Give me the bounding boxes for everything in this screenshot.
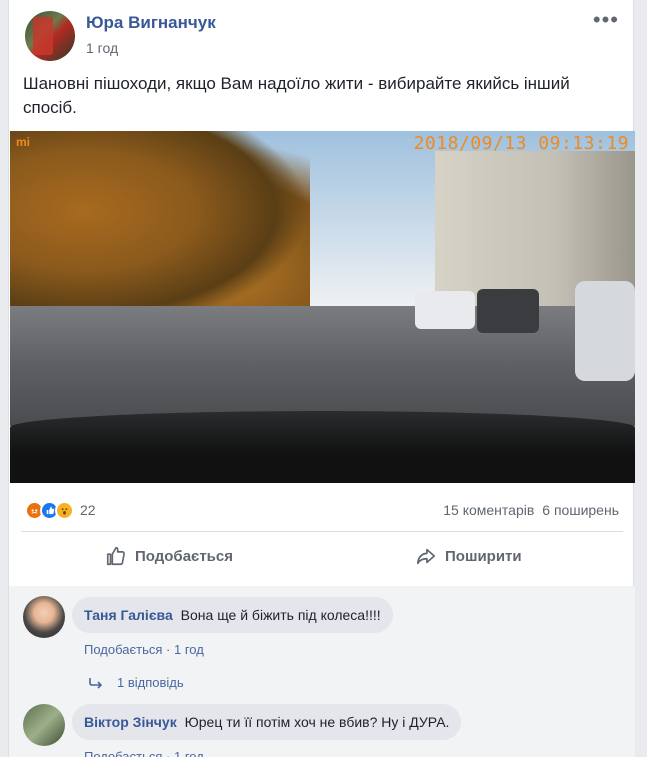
commenter-name[interactable]: Віктор Зінчук (84, 714, 177, 730)
photo-car (415, 291, 475, 329)
post-stats: 15 коментарів 6 поширень (443, 502, 619, 518)
post-text: Шановні пішоходи, якщо Вам надоїло жити … (23, 74, 570, 117)
photo-trees (10, 131, 310, 331)
comment-text: Вона ще й біжить під колеса!!!! (180, 607, 381, 623)
comment-like-link[interactable]: Подобається (84, 642, 162, 657)
share-arrow-icon (416, 548, 436, 565)
comment-actions: Подобається · 1 год (84, 749, 204, 757)
like-button-label: Подобається (135, 547, 233, 565)
photo-car (575, 281, 635, 381)
comment-bubble: Віктор Зінчук Юрец ти її потім хоч не вб… (72, 704, 462, 740)
share-button-label: Поширити (445, 547, 522, 565)
commenter-name[interactable]: Таня Галієва (84, 607, 173, 623)
replies-count: 1 відповідь (117, 675, 184, 690)
commenter-avatar[interactable] (23, 596, 65, 638)
separator-dot: · (166, 642, 171, 657)
comment-count-link[interactable]: 15 коментарів (443, 502, 534, 518)
commenter-avatar[interactable] (23, 704, 65, 746)
comment-like-link[interactable]: Подобається (84, 749, 162, 757)
post-card: Юра Вигнанчук 1 год ••• Шановні пішоходи… (8, 0, 635, 757)
view-replies-link[interactable]: 1 відповідь (89, 675, 184, 690)
comment-bubble: Таня Галієва Вона ще й біжить під колеса… (72, 597, 393, 633)
more-options-icon[interactable]: ••• (593, 9, 619, 31)
reply-arrow-icon (89, 677, 103, 689)
thumbs-up-icon (106, 546, 125, 566)
comments-section: Таня Галієва Вона ще й біжить під колеса… (9, 586, 635, 757)
separator-dot: · (166, 749, 171, 757)
divider (21, 531, 623, 532)
comment-time[interactable]: 1 год (174, 642, 204, 657)
post-timestamp[interactable]: 1 год (86, 40, 118, 56)
camera-timestamp: 2018/09/13 09:13:19 (413, 133, 629, 154)
like-button[interactable]: Подобається (105, 545, 233, 567)
reaction-count: 22 (80, 502, 96, 518)
camera-brand-logo: mi (16, 135, 31, 149)
share-button[interactable]: Поширити (415, 545, 522, 567)
share-count-link[interactable]: 6 поширень (542, 502, 619, 518)
photo-cars (415, 281, 635, 381)
comment-time[interactable]: 1 год (174, 749, 204, 757)
reaction-summary[interactable]: 22 (25, 500, 96, 520)
comment-text: Юрец ти її потім хоч не вбив? Ну і ДУРА. (184, 714, 450, 730)
post-photo[interactable]: mi 2018/09/13 09:13:19 (10, 131, 635, 483)
photo-dashboard (10, 411, 635, 483)
comment-actions: Подобається · 1 год (84, 642, 204, 657)
wow-reaction-icon (55, 500, 74, 520)
avatar-detail (33, 17, 53, 55)
photo-car (477, 289, 539, 333)
author-name[interactable]: Юра Вигнанчук (86, 13, 216, 33)
author-avatar[interactable] (25, 11, 75, 61)
